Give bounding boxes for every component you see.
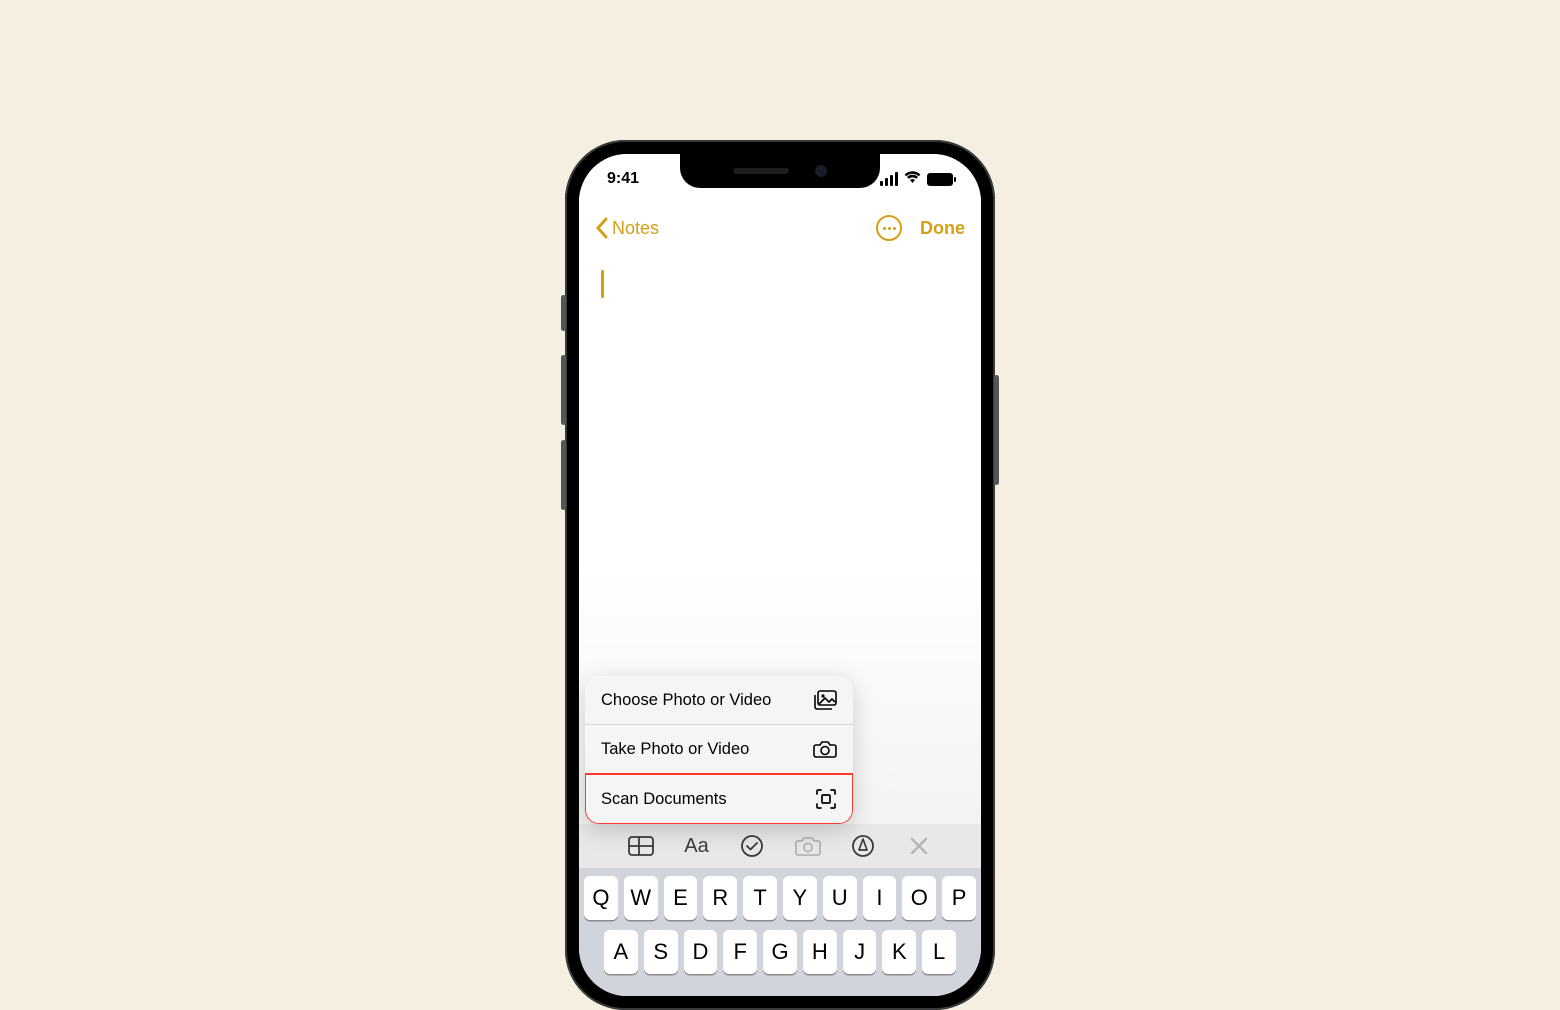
key-l[interactable]: L — [922, 930, 956, 974]
device-volume-up — [561, 355, 566, 425]
key-i[interactable]: I — [863, 876, 897, 920]
back-label: Notes — [612, 218, 659, 239]
wifi-icon — [904, 171, 921, 187]
key-a[interactable]: A — [604, 930, 638, 974]
text-cursor — [601, 270, 604, 298]
device-front-camera — [815, 165, 827, 177]
device-side-button — [561, 295, 566, 331]
camera-attachment-menu: Choose Photo or Video Take Photo or Vide… — [585, 676, 853, 824]
cellular-icon — [880, 172, 898, 186]
checklist-button[interactable] — [738, 832, 766, 860]
key-k[interactable]: K — [882, 930, 916, 974]
menu-item-label: Take Photo or Video — [601, 740, 749, 759]
menu-item-choose-photo[interactable]: Choose Photo or Video — [585, 676, 853, 725]
key-s[interactable]: S — [644, 930, 678, 974]
key-d[interactable]: D — [684, 930, 718, 974]
camera-button[interactable] — [794, 832, 822, 860]
chevron-left-icon — [595, 217, 608, 239]
key-t[interactable]: T — [743, 876, 777, 920]
key-h[interactable]: H — [803, 930, 837, 974]
key-o[interactable]: O — [902, 876, 936, 920]
keyboard: Q W E R T Y U I O P A S D F G H J K L — [579, 868, 981, 996]
key-w[interactable]: W — [624, 876, 658, 920]
close-keyboard-button[interactable] — [905, 832, 933, 860]
more-options-button[interactable] — [876, 215, 902, 241]
photo-library-icon — [813, 690, 837, 710]
table-button[interactable] — [627, 832, 655, 860]
camera-icon — [813, 739, 837, 759]
key-q[interactable]: Q — [584, 876, 618, 920]
camera-icon — [795, 835, 821, 857]
note-editor[interactable]: Choose Photo or Video Take Photo or Vide… — [579, 252, 981, 824]
device-speaker — [733, 168, 789, 174]
nav-bar: Notes Done — [579, 204, 981, 252]
markup-icon — [851, 834, 875, 858]
close-icon — [909, 836, 929, 856]
key-y[interactable]: Y — [783, 876, 817, 920]
table-icon — [628, 836, 654, 856]
key-u[interactable]: U — [823, 876, 857, 920]
back-button[interactable]: Notes — [595, 217, 659, 239]
menu-item-take-photo[interactable]: Take Photo or Video — [585, 725, 853, 774]
status-indicators — [880, 171, 953, 187]
text-format-button[interactable]: Aa — [682, 832, 710, 860]
key-g[interactable]: G — [763, 930, 797, 974]
menu-item-label: Scan Documents — [601, 790, 727, 809]
device-power-button — [994, 375, 999, 485]
ellipsis-icon — [883, 227, 886, 230]
done-button[interactable]: Done — [920, 218, 965, 239]
key-r[interactable]: R — [703, 876, 737, 920]
key-e[interactable]: E — [664, 876, 698, 920]
status-time: 9:41 — [607, 170, 639, 188]
menu-item-scan-documents[interactable]: Scan Documents — [585, 774, 853, 824]
key-j[interactable]: J — [843, 930, 877, 974]
iphone-device-frame: 9:41 Notes Done — [565, 140, 995, 1010]
device-notch — [680, 154, 880, 188]
key-p[interactable]: P — [942, 876, 976, 920]
battery-icon — [927, 173, 953, 186]
checkmark-circle-icon — [740, 834, 764, 858]
keyboard-row-2: A S D F G H J K L — [584, 930, 976, 974]
formatting-toolbar: Aa — [579, 824, 981, 868]
key-f[interactable]: F — [723, 930, 757, 974]
keyboard-row-1: Q W E R T Y U I O P — [584, 876, 976, 920]
device-volume-down — [561, 440, 566, 510]
menu-item-label: Choose Photo or Video — [601, 691, 771, 710]
markup-button[interactable] — [849, 832, 877, 860]
scan-document-icon — [815, 788, 837, 810]
screen: 9:41 Notes Done — [579, 154, 981, 996]
